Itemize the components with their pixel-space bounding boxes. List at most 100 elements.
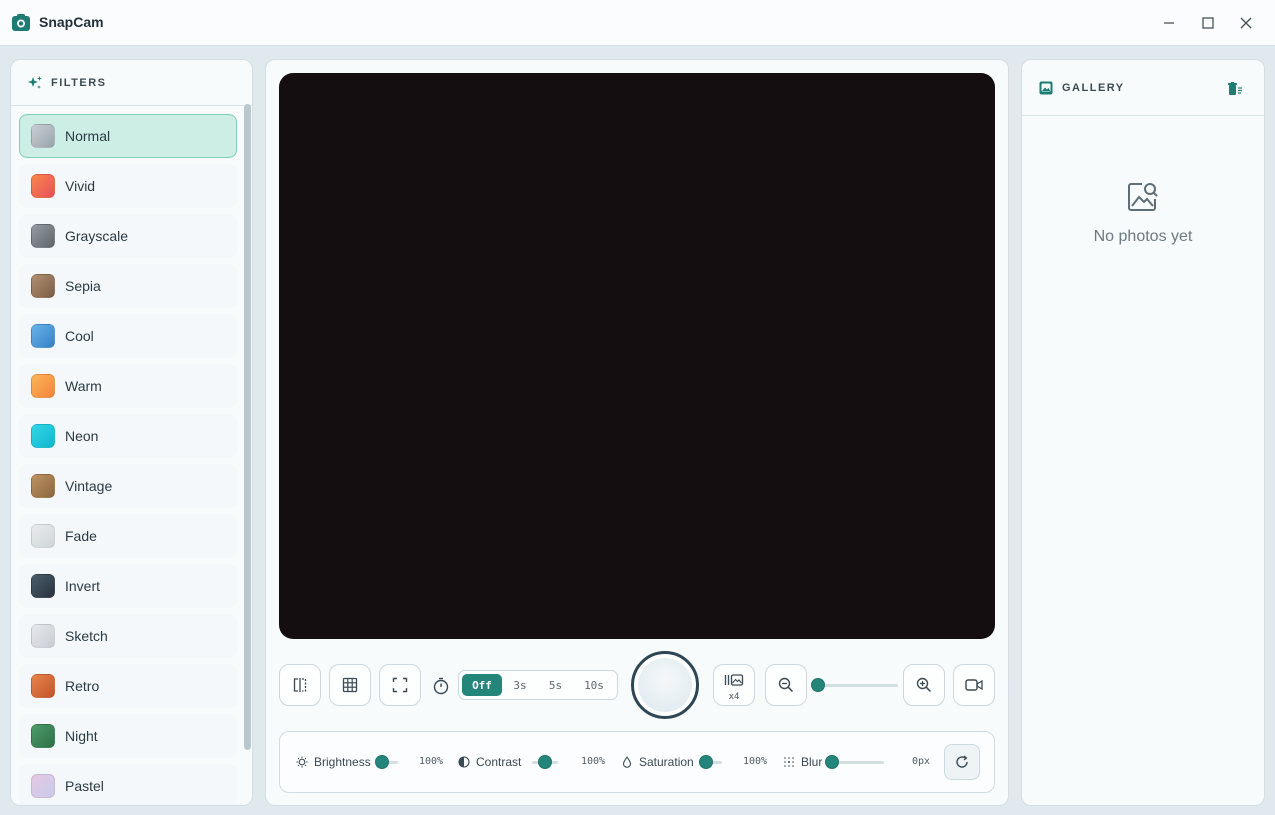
maximize-button[interactable] [1198,13,1218,33]
contrast-slider[interactable] [532,755,558,769]
filter-swatch [31,674,55,698]
zoom-slider[interactable] [811,678,898,692]
saturation-control: Saturation [621,732,694,792]
zoom-slider-thumb[interactable] [811,678,825,692]
minimize-icon [1164,22,1174,24]
filter-label: Vivid [65,178,96,194]
saturation-label: Saturation [639,755,694,769]
filter-item-cool[interactable]: Cool [19,314,237,358]
reset-icon [956,755,968,768]
saturation-value: 100% [743,756,768,767]
sparkles-icon [28,75,42,89]
contrast-slider-thumb[interactable] [538,755,552,769]
blur-label: Blur [801,755,823,769]
burst-icon [724,674,744,686]
filter-swatch [31,374,55,398]
viewfinder [279,73,995,639]
blur-control: Blur [783,732,822,792]
filter-swatch [31,274,55,298]
zoom-in-button[interactable] [903,664,945,706]
filter-label: Fade [65,528,97,544]
filters-title: FILTERS [51,76,107,89]
contrast-control: Contrast [458,732,521,792]
shutter-button[interactable] [631,651,699,719]
fullscreen-button[interactable] [379,664,421,706]
image-search-icon [1128,183,1158,211]
filter-item-night[interactable]: Night [19,714,237,758]
filter-swatch [31,174,55,198]
filter-swatch [31,324,55,348]
brightness-slider-thumb[interactable] [374,755,389,769]
saturation-slider[interactable] [698,755,722,769]
filter-swatch [31,724,55,748]
timer-icon [433,677,449,695]
burst-count: x4 [728,692,740,702]
filters-header: FILTERS [11,60,252,106]
filter-label: Invert [65,578,101,594]
video-camera-icon [965,679,983,691]
timer-option-10s[interactable]: 10s [573,674,615,696]
brightness-value: 100% [419,756,444,767]
timer-option-5s[interactable]: 5s [538,674,573,696]
blur-slider[interactable] [825,755,884,769]
filter-swatch [31,474,55,498]
filter-item-normal[interactable]: Normal [19,114,237,158]
timer-option-3s[interactable]: 3s [502,674,538,696]
brightness-slider[interactable] [374,755,398,769]
filter-label: Sepia [65,278,101,294]
filters-scrollbar[interactable] [244,104,251,750]
gallery-empty-state: No photos yet [1022,180,1264,246]
filter-item-warm[interactable]: Warm [19,364,237,408]
filter-item-grayscale[interactable]: Grayscale [19,214,237,258]
video-button[interactable] [953,664,995,706]
filters-panel: FILTERS Normal Vivid Grayscale Sepia Coo… [10,59,253,806]
gallery-title: GALLERY [1062,81,1125,94]
zoom-in-icon [916,677,932,693]
shutter-inner [638,658,692,712]
filter-swatch [31,774,55,798]
filter-label: Sketch [65,628,108,644]
filter-item-vivid[interactable]: Vivid [19,164,237,208]
zoom-out-button[interactable] [765,664,807,706]
filter-item-neon[interactable]: Neon [19,414,237,458]
blur-slider-thumb[interactable] [825,755,839,769]
droplet-icon [622,756,632,768]
filter-label: Retro [65,678,100,694]
filter-item-fade[interactable]: Fade [19,514,237,558]
blur-value: 0px [912,756,931,767]
contrast-label: Contrast [476,755,522,769]
brightness-label: Brightness [314,755,371,769]
mirror-button[interactable] [279,664,321,706]
filter-item-sepia[interactable]: Sepia [19,264,237,308]
burst-button[interactable]: x4 [713,664,755,706]
trash-icon[interactable] [1228,82,1242,96]
filter-label: Warm [65,378,102,394]
filter-item-pastel[interactable]: Pastel [19,764,237,805]
close-button[interactable] [1236,13,1256,33]
camera-panel: Off 3s 5s 10s x4 Brightness 100% Contras… [265,59,1009,806]
gallery-panel: GALLERY No photos yet [1021,59,1265,806]
timer-option-off[interactable]: Off [462,674,502,696]
filter-label: Normal [65,128,111,144]
grid-button[interactable] [329,664,371,706]
camera-icon [12,14,30,31]
filter-swatch [31,524,55,548]
mirror-icon [293,678,307,692]
contrast-value: 100% [581,756,606,767]
close-icon [1240,17,1252,29]
filter-swatch [31,124,55,148]
minimize-button[interactable] [1159,13,1179,33]
filter-item-invert[interactable]: Invert [19,564,237,608]
filter-label: Neon [65,428,99,444]
filter-item-sketch[interactable]: Sketch [19,614,237,658]
filter-item-vintage[interactable]: Vintage [19,464,237,508]
timer-selector: Off 3s 5s 10s [458,670,618,700]
brightness-control: Brightness [296,732,371,792]
filter-label: Pastel [65,778,104,794]
zoom-out-icon [778,677,794,693]
maximize-icon [1202,17,1214,29]
filter-item-retro[interactable]: Retro [19,664,237,708]
filter-swatch [31,574,55,598]
reset-adjustments-button[interactable] [944,744,980,780]
saturation-slider-thumb[interactable] [698,755,713,769]
